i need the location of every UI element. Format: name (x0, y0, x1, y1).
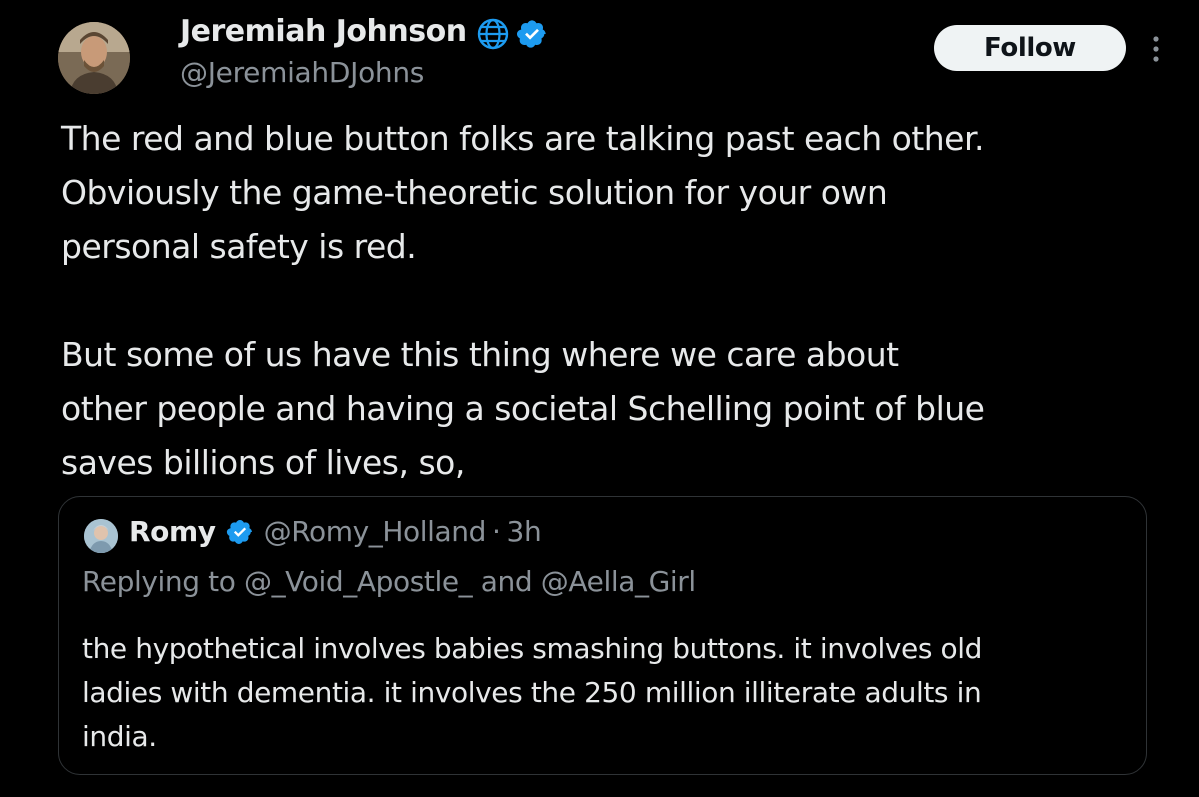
separator-dot: · (492, 515, 501, 548)
quote-timestamp[interactable]: 3h (507, 515, 542, 548)
quoted-tweet-card[interactable]: Romy @Romy_Holland · 3h Replying to @_Vo… (58, 496, 1147, 775)
tweet-line: other people and having a societal Schel… (61, 389, 985, 428)
tweet-line: Obviously the game-theoretic solution fo… (61, 173, 888, 212)
reply-prefix: Replying to (82, 565, 236, 598)
replying-to-line: Replying to @_Void_Apostle_ and @Aella_G… (82, 565, 696, 598)
tweet-text: The red and blue button folks are talkin… (61, 112, 1171, 490)
quote-body: the hypothetical involves babies smashin… (82, 627, 1132, 759)
profile-photo-icon (84, 519, 118, 553)
profile-photo-icon (58, 22, 130, 94)
author-badges (476, 17, 548, 55)
tweet-line: But some of us have this thing where we … (61, 335, 899, 374)
verified-check-icon (516, 18, 548, 54)
more-vertical-icon[interactable] (1146, 33, 1166, 67)
reply-mention-link[interactable]: @_Void_Apostle_ (244, 565, 473, 598)
quote-header: Romy @Romy_Holland · 3h (129, 515, 542, 548)
verified-check-icon (226, 518, 254, 546)
quote-body-line: ladies with dementia. it involves the 25… (82, 676, 982, 709)
author-handle[interactable]: @JeremiahDJohns (180, 56, 424, 89)
quote-body-line: india. (82, 720, 157, 753)
tweet-line: personal safety is red. (61, 227, 417, 266)
author-name[interactable]: Jeremiah Johnson (180, 14, 467, 49)
follow-button[interactable]: Follow (934, 25, 1126, 71)
tweet-line: The red and blue button folks are talkin… (61, 119, 985, 158)
quote-author-handle[interactable]: @Romy_Holland (264, 515, 487, 548)
reply-mention-link[interactable]: @Aella_Girl (541, 565, 696, 598)
quote-author-name[interactable]: Romy (129, 515, 216, 548)
quote-author-avatar[interactable] (84, 519, 118, 553)
tweet-line: saves billions of lives, so, (61, 443, 465, 482)
author-avatar[interactable] (58, 22, 130, 94)
globe-icon (476, 17, 510, 55)
reply-conjunction: and (480, 565, 533, 598)
quote-body-line: the hypothetical involves babies smashin… (82, 632, 983, 665)
